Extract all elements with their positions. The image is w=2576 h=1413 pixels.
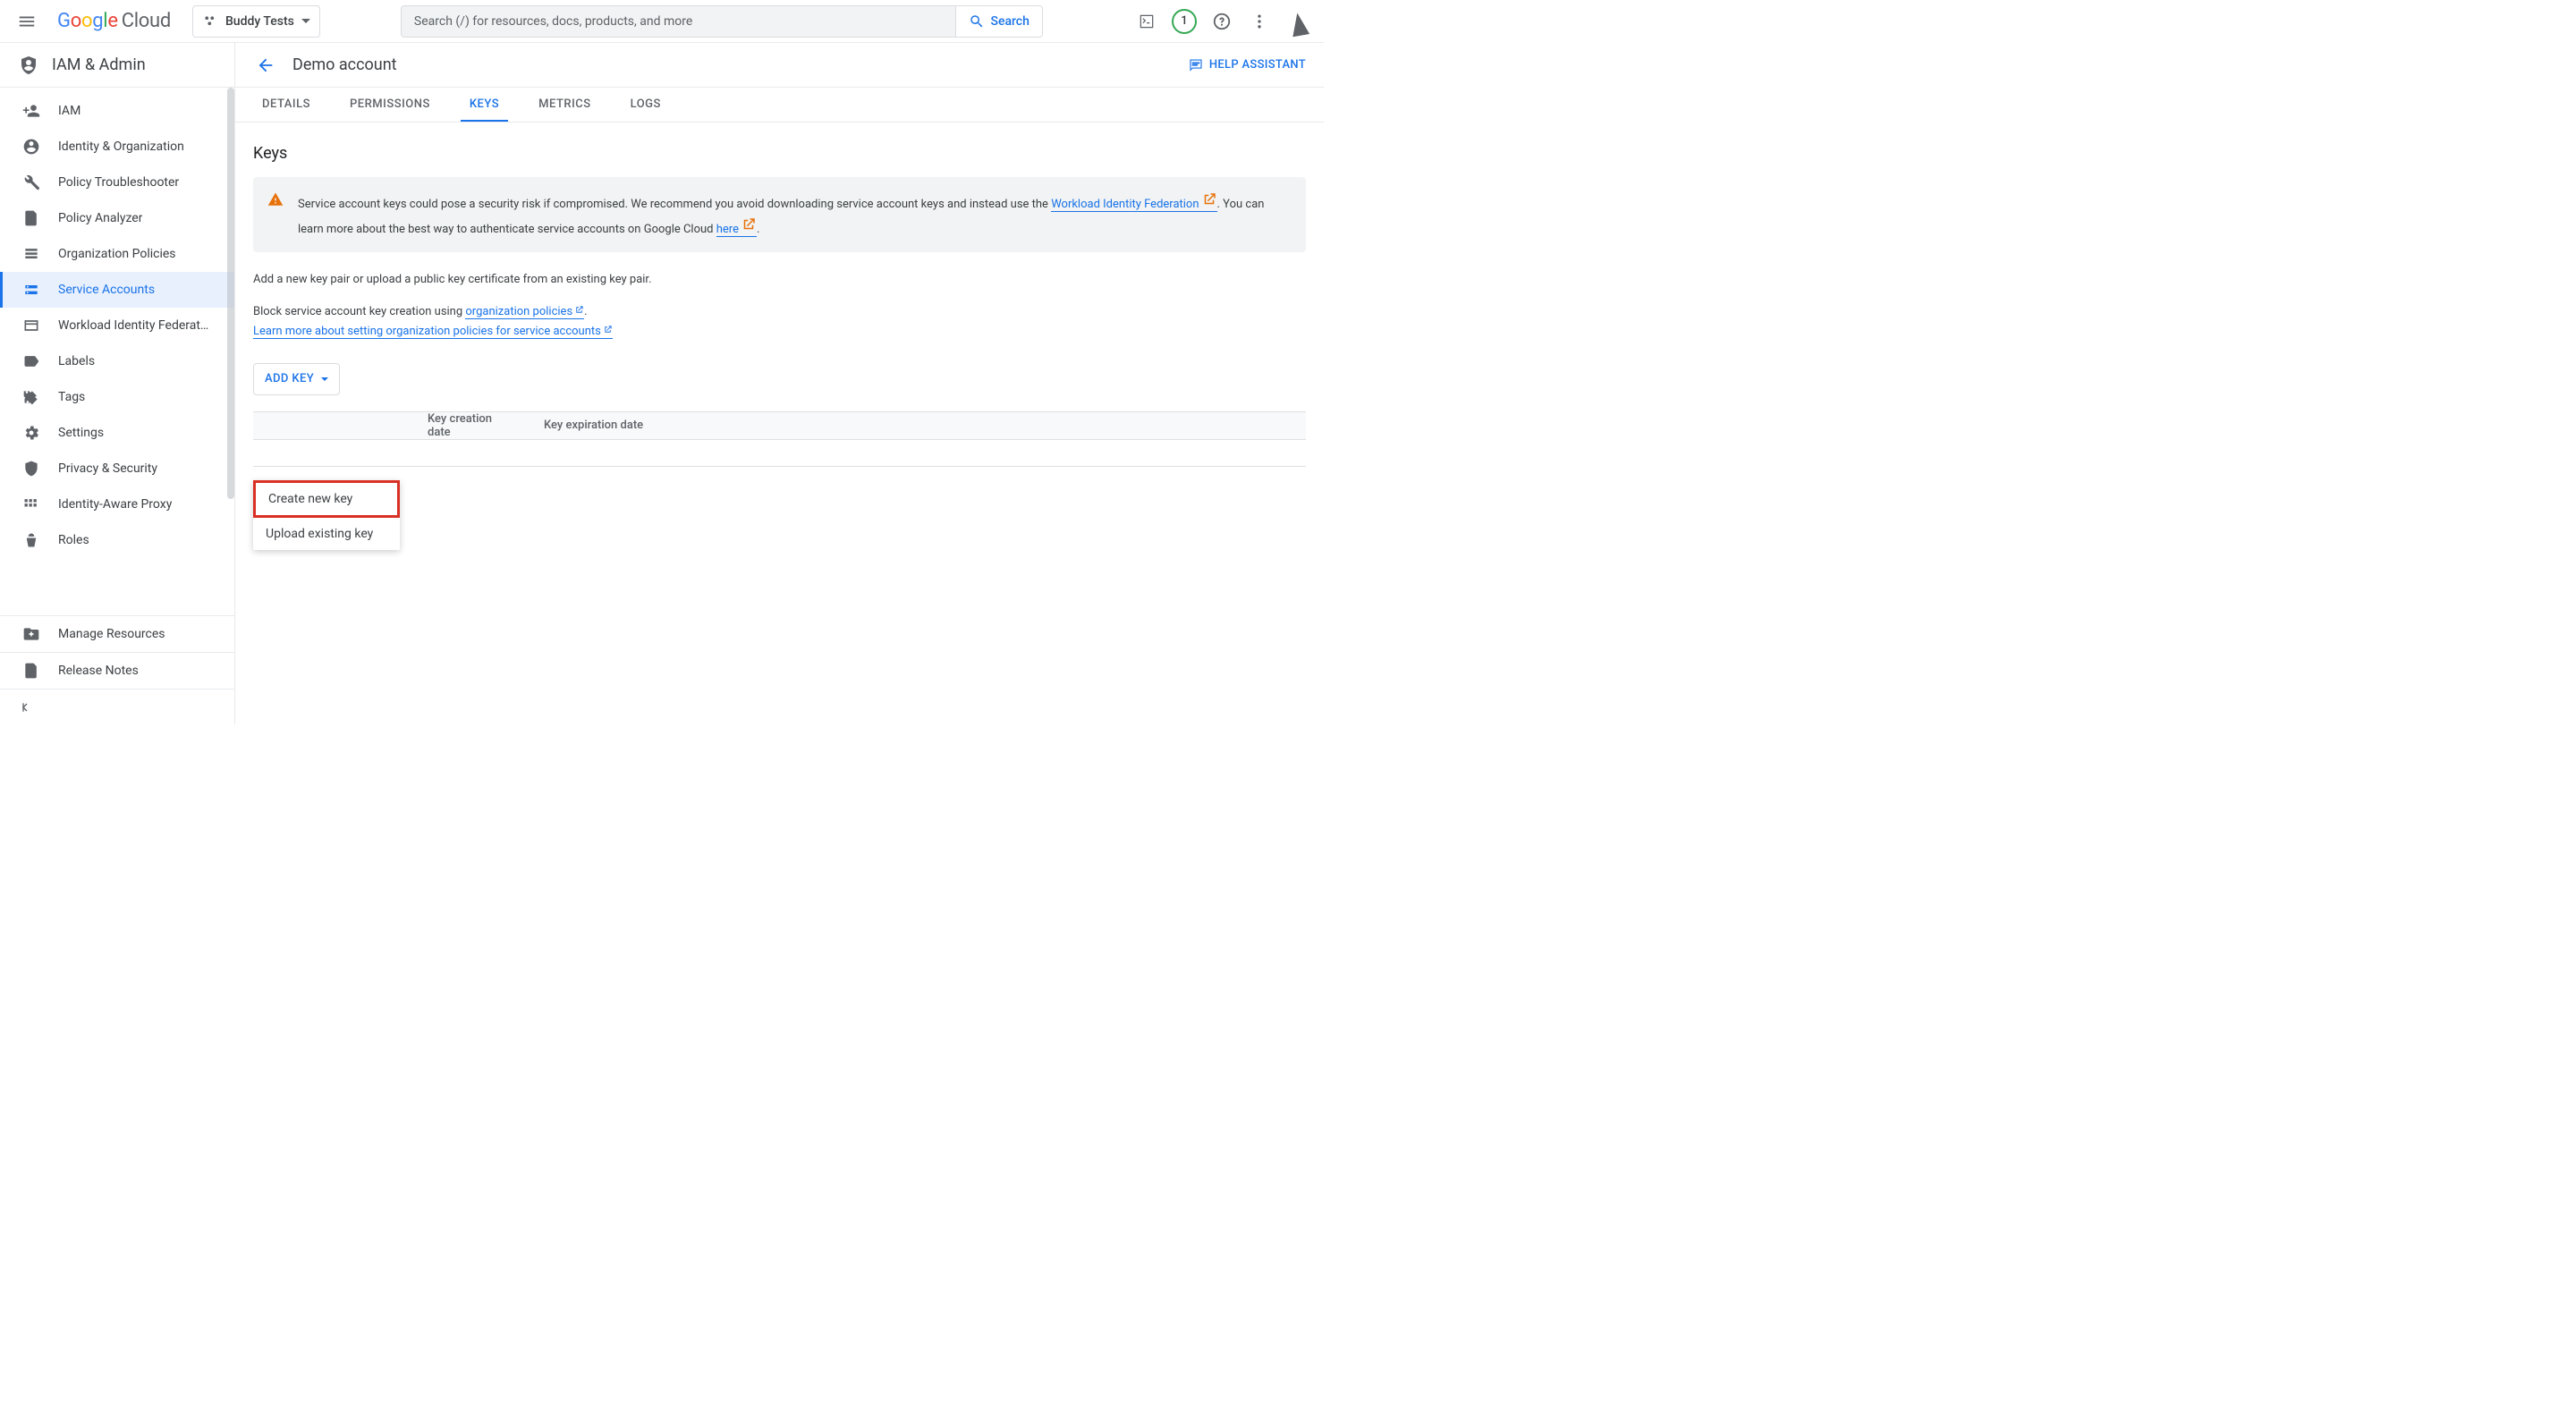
service-account-icon	[22, 281, 40, 299]
person-add-icon	[22, 102, 40, 120]
list-icon	[22, 245, 40, 263]
sidebar-item-roles[interactable]: Roles	[0, 522, 234, 558]
sidebar-item-policy-troubleshooter[interactable]: Policy Troubleshooter	[0, 165, 234, 200]
sidebar-item-iap[interactable]: Identity-Aware Proxy	[0, 487, 234, 522]
cloud-shell-button[interactable]	[1134, 9, 1159, 34]
dropdown-create-new-key[interactable]: Create new key	[253, 480, 400, 518]
wrench-icon	[22, 173, 40, 191]
th-key-expiration-date: Key expiration date	[544, 419, 643, 432]
learn-more-org-policies-link[interactable]: Learn more about setting organization po…	[253, 325, 613, 339]
main-header: Demo account HELP ASSISTANT	[235, 43, 1324, 88]
th-key-creation-date: Key creation date	[428, 412, 513, 439]
table-header-row: Key creation date Key expiration date	[253, 411, 1306, 440]
policy-doc-icon	[22, 209, 40, 227]
sidebar: IAM & Admin IAM Identity & Organization …	[0, 43, 235, 724]
search-box: Search	[401, 5, 1043, 38]
project-icon	[202, 13, 218, 30]
terminal-icon	[1138, 13, 1156, 30]
more-vert-icon	[1250, 13, 1268, 30]
keys-table: Key creation date Key expiration date	[253, 411, 1306, 467]
tab-permissions[interactable]: PERMISSIONS	[341, 88, 439, 122]
sidebar-item-policy-analyzer[interactable]: Policy Analyzer	[0, 200, 234, 236]
sidebar-scrollbar[interactable]	[227, 88, 234, 499]
external-link-icon	[574, 305, 584, 315]
tabs: DETAILS PERMISSIONS KEYS METRICS LOGS	[235, 88, 1324, 123]
project-selector[interactable]: Buddy Tests	[192, 5, 320, 38]
arrow-back-icon	[256, 55, 275, 75]
sidebar-item-settings[interactable]: Settings	[0, 415, 234, 451]
help-assistant-button[interactable]: HELP ASSISTANT	[1188, 57, 1306, 73]
dropdown-upload-existing-key[interactable]: Upload existing key	[253, 518, 400, 550]
sidebar-item-labels[interactable]: Labels	[0, 343, 234, 379]
help-button[interactable]	[1209, 9, 1234, 34]
content-area: Keys Service account keys could pose a s…	[235, 123, 1324, 488]
account-circle-icon	[22, 138, 40, 156]
chat-icon	[1188, 57, 1204, 73]
search-button[interactable]: Search	[955, 6, 1041, 37]
learn-more-here-link[interactable]: here	[716, 223, 757, 237]
sidebar-item-workload-identity[interactable]: Workload Identity Federat…	[0, 308, 234, 343]
folder-plus-icon	[22, 625, 40, 643]
sidebar-item-org-policies[interactable]: Organization Policies	[0, 236, 234, 272]
hamburger-icon	[17, 12, 37, 31]
warning-text: Service account keys could pose a securi…	[298, 190, 1292, 240]
gear-icon	[22, 424, 40, 442]
sidebar-header[interactable]: IAM & Admin	[0, 43, 234, 88]
top-bar: GoogleCloud Buddy Tests Search 1	[0, 0, 1324, 43]
sidebar-item-manage-resources[interactable]: Manage Resources	[0, 616, 234, 652]
instruction-text-1: Add a new key pair or upload a public ke…	[253, 270, 1306, 290]
search-icon	[969, 13, 985, 30]
project-name: Buddy Tests	[225, 14, 294, 29]
tab-keys[interactable]: KEYS	[461, 88, 508, 122]
hamburger-menu-button[interactable]	[11, 5, 43, 38]
iap-icon	[22, 495, 40, 513]
tab-details[interactable]: DETAILS	[253, 88, 319, 122]
sidebar-item-service-accounts[interactable]: Service Accounts	[0, 272, 234, 308]
sidebar-item-tags[interactable]: Tags	[0, 379, 234, 415]
sidebar-collapse-button[interactable]	[0, 689, 234, 724]
add-key-dropdown-menu: Create new key Upload existing key	[253, 480, 400, 550]
sidebar-item-iam[interactable]: IAM	[0, 93, 234, 129]
external-link-icon	[1201, 191, 1217, 207]
external-link-icon	[603, 325, 613, 334]
dropdown-arrow-icon	[321, 377, 328, 385]
table-empty-row	[253, 440, 1306, 467]
add-key-button[interactable]: ADD KEY	[253, 363, 340, 395]
warning-banner: Service account keys could pose a securi…	[253, 177, 1306, 252]
tab-logs[interactable]: LOGS	[622, 88, 670, 122]
main-content: Demo account HELP ASSISTANT DETAILS PERM…	[235, 43, 1324, 724]
label-icon	[22, 352, 40, 370]
instruction-text-2: Block service account key creation using…	[253, 302, 1306, 342]
dropdown-arrow-icon	[301, 19, 310, 28]
roles-icon	[22, 531, 40, 549]
iam-shield-icon	[18, 55, 39, 76]
tag-icon	[22, 388, 40, 406]
sidebar-item-privacy-security[interactable]: Privacy & Security	[0, 451, 234, 487]
warning-icon	[267, 191, 284, 207]
sidebar-item-release-notes[interactable]: Release Notes	[0, 653, 234, 689]
notifications-badge[interactable]: 1	[1172, 9, 1197, 34]
section-title: Keys	[253, 144, 1306, 163]
external-link-icon	[741, 216, 757, 233]
tab-metrics[interactable]: METRICS	[530, 88, 599, 122]
help-icon	[1212, 12, 1232, 31]
more-options-button[interactable]	[1247, 9, 1272, 34]
notes-icon	[22, 662, 40, 680]
page-title: Demo account	[292, 55, 397, 74]
user-avatar[interactable]	[1282, 4, 1315, 38]
card-icon	[22, 317, 40, 334]
org-policies-link[interactable]: organization policies	[465, 305, 584, 319]
shield-icon	[22, 460, 40, 478]
chevron-left-icon	[18, 700, 32, 715]
search-input[interactable]	[402, 6, 956, 37]
google-cloud-logo[interactable]: GoogleCloud	[57, 10, 171, 32]
back-button[interactable]	[253, 53, 278, 78]
workload-identity-link[interactable]: Workload Identity Federation	[1051, 198, 1216, 212]
sidebar-item-identity-org[interactable]: Identity & Organization	[0, 129, 234, 165]
